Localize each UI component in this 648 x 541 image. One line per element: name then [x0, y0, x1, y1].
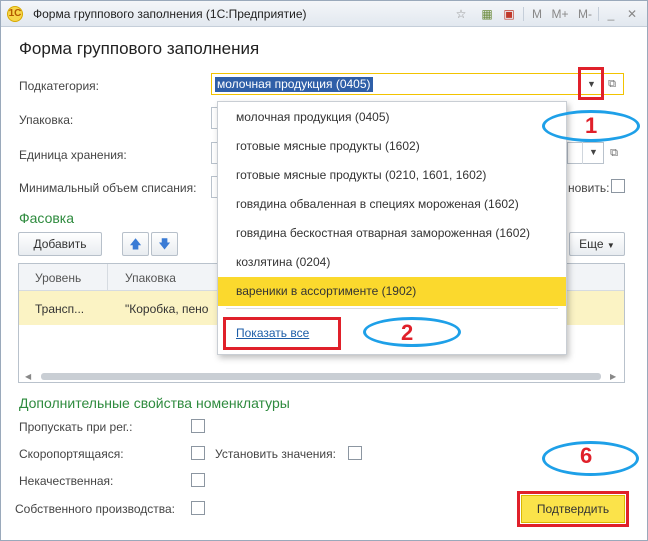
column-header-level[interactable]: Уровень — [35, 271, 81, 285]
annotation-number-1: 1 — [585, 113, 598, 138]
dropdown-item[interactable]: готовые мясные продукты (1602) — [218, 132, 566, 161]
toolbar-separator — [523, 7, 524, 21]
dialog-window: 1С Форма группового заполнения (1С:Предп… — [0, 0, 648, 541]
dropdown-separator — [226, 308, 558, 309]
annotation-box-2 — [223, 317, 341, 350]
subcategory-field[interactable]: молочная продукция (0405) ▼ ⧉ — [211, 73, 624, 96]
packaging-label: Упаковка: — [19, 113, 74, 127]
memory-minus-button[interactable]: M- — [576, 5, 594, 23]
favorites-icon[interactable]: ☆ — [453, 5, 469, 23]
1c-logo-icon: 1С — [7, 6, 23, 22]
annotation-box-confirm — [517, 491, 629, 527]
column-divider — [107, 264, 108, 291]
window-title: Форма группового заполнения (1С:Предприя… — [33, 7, 307, 21]
annotation-number-6: 6 — [580, 443, 593, 468]
memory-m-button[interactable]: M — [531, 5, 543, 23]
calculator-icon[interactable]: ▦ — [479, 5, 495, 23]
own-production-label: Собственного производства: — [15, 502, 175, 516]
open-icon[interactable]: ⧉ — [603, 74, 621, 94]
open-icon[interactable]: ⧉ — [605, 143, 623, 163]
form-heading: Форма группового заполнения — [19, 39, 260, 58]
annotation-box-1 — [578, 67, 604, 100]
toolbar-separator — [598, 7, 599, 21]
annotation-number-2: 2 — [401, 320, 414, 345]
chevron-down-icon[interactable]: ▼ — [582, 142, 604, 164]
set-checkbox[interactable] — [611, 179, 625, 193]
cell-packaging: "Коробка, пено — [125, 302, 209, 316]
dropdown-item[interactable]: говядина обваленная в специях мороженая … — [218, 190, 566, 219]
chevron-down-icon: ▼ — [606, 241, 615, 250]
set-values-label: Установить значения: — [215, 447, 336, 461]
extra-properties-title: Дополнительные свойства номенклатуры — [19, 395, 290, 411]
arrow-up-icon[interactable]: 🡅 — [122, 232, 149, 256]
perishable-label: Скоропортящаяся: — [19, 447, 124, 461]
skip-checkbox[interactable] — [191, 419, 205, 433]
calendar-icon[interactable]: ▣ — [501, 5, 517, 23]
more-button-label: Еще — [579, 237, 604, 251]
more-button[interactable]: Еще ▼ — [569, 232, 625, 256]
add-button[interactable]: Добавить — [18, 232, 102, 256]
column-header-packaging[interactable]: Упаковка — [125, 271, 176, 285]
min-writeoff-label: Минимальный объем списания: — [19, 181, 197, 195]
arrow-down-icon[interactable]: 🡇 — [151, 232, 178, 256]
scroll-left-icon[interactable]: ◀ — [25, 372, 31, 381]
cell-level: Трансп... — [35, 302, 85, 316]
skip-label: Пропускать при рег.: — [19, 420, 133, 434]
close-icon[interactable]: ✕ — [625, 5, 639, 23]
dropdown-item[interactable]: козлятина (0204) — [218, 248, 566, 277]
dropdown-item[interactable]: готовые мясные продукты (0210, 1601, 160… — [218, 161, 566, 190]
memory-plus-button[interactable]: M+ — [550, 5, 570, 23]
poor-quality-label: Некачественная: — [19, 474, 114, 488]
dropdown-item[interactable]: говядина бескостная отварная замороженна… — [218, 219, 566, 248]
own-production-checkbox[interactable] — [191, 501, 205, 515]
packing-section-title: Фасовка — [19, 210, 75, 226]
minimize-icon[interactable]: _ — [604, 5, 618, 23]
storage-unit-field-end[interactable]: ▼ — [567, 142, 604, 164]
set-values-checkbox[interactable] — [348, 446, 362, 460]
poor-quality-checkbox[interactable] — [191, 473, 205, 487]
scroll-right-icon[interactable]: ▶ — [610, 372, 616, 381]
subcategory-value: молочная продукция (0405) — [215, 77, 373, 92]
dropdown-item-highlighted[interactable]: вареники в ассортименте (1902) — [218, 277, 566, 306]
title-bar: 1С Форма группового заполнения (1С:Предп… — [1, 1, 647, 27]
dropdown-item[interactable]: молочная продукция (0405) — [218, 103, 566, 132]
storage-unit-label: Единица хранения: — [19, 148, 127, 162]
subcategory-label: Подкатегория: — [19, 79, 99, 93]
horizontal-scrollbar[interactable] — [41, 373, 601, 380]
set-checkbox-label: новить: — [568, 181, 610, 195]
perishable-checkbox[interactable] — [191, 446, 205, 460]
